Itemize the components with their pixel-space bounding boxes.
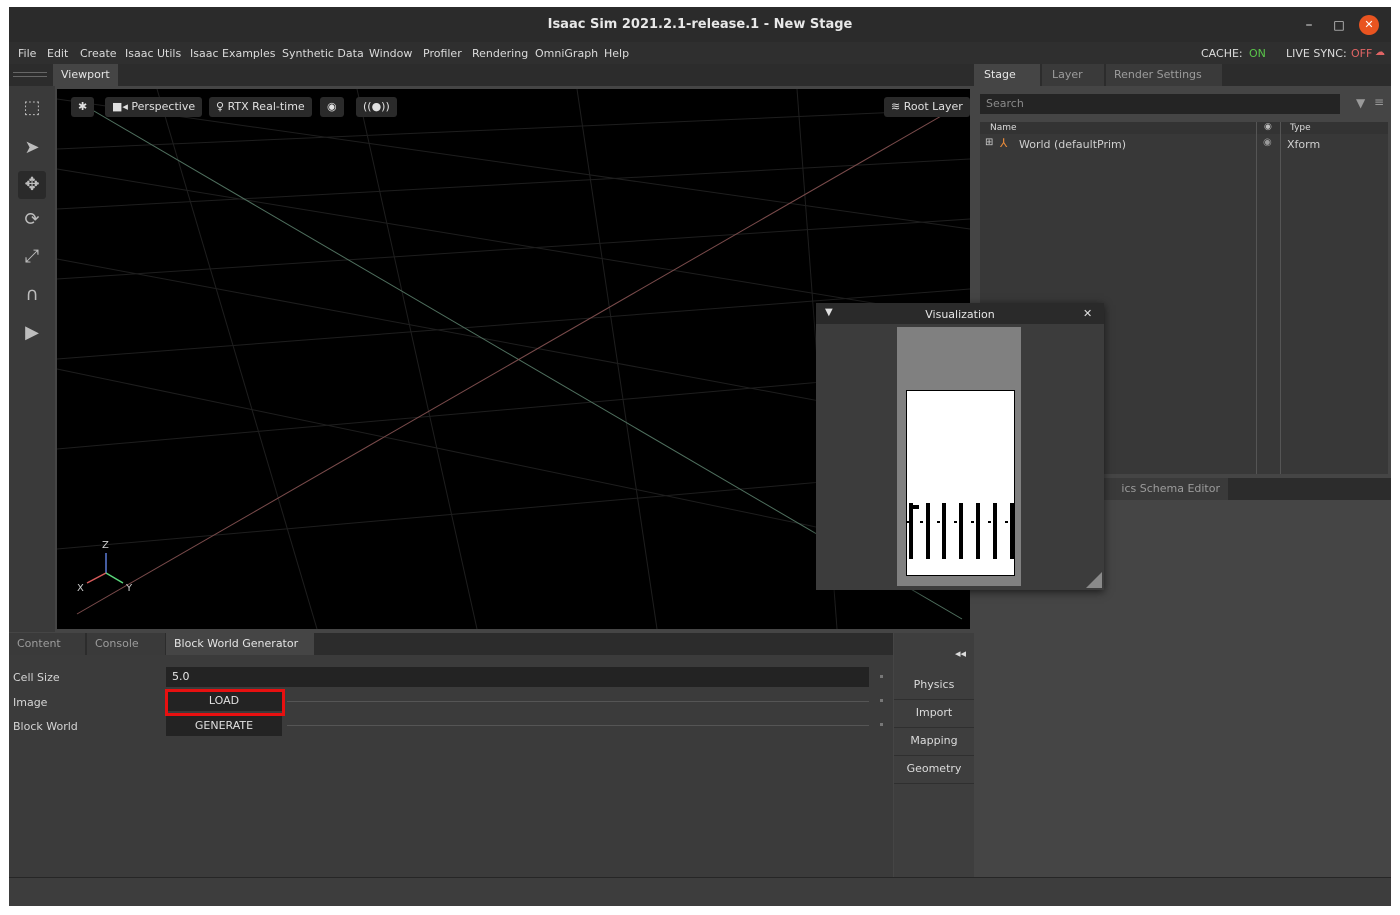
- generate-button[interactable]: GENERATE: [166, 716, 282, 736]
- occupancy-bars: [907, 503, 1014, 559]
- menu-create[interactable]: Create: [80, 47, 117, 60]
- live-sync-status[interactable]: OFF: [1351, 47, 1372, 60]
- scale-tool-icon[interactable]: ⤢: [18, 243, 46, 271]
- live-sync-label: LIVE SYNC:: [1286, 47, 1347, 60]
- import-button[interactable]: Import: [894, 699, 974, 728]
- maximize-button[interactable]: □: [1329, 15, 1349, 35]
- viewport-tab-strip: Viewport: [9, 64, 974, 86]
- block-world-default-dot[interactable]: [880, 723, 883, 726]
- window-title: Isaac Sim 2021.2.1-release.1 - New Stage: [547, 17, 853, 32]
- table-row[interactable]: ⊞ ⅄ World (defaultPrim) ◉ Xform: [980, 136, 1388, 152]
- menu-rendering[interactable]: Rendering: [472, 47, 528, 60]
- rotate-tool-icon[interactable]: ⟳: [18, 206, 46, 234]
- root-layer-label: Root Layer: [903, 100, 963, 113]
- camera-button[interactable]: ■◂ Perspective: [105, 97, 203, 117]
- cell-size-label: Cell Size: [13, 671, 60, 684]
- renderer-label: RTX Real-time: [227, 100, 305, 113]
- gear-icon: ✱: [78, 100, 88, 113]
- cache-label: CACHE:: [1201, 47, 1243, 60]
- image-label: Image: [13, 696, 48, 709]
- root-layer-button[interactable]: ≋ Root Layer: [884, 97, 970, 117]
- viewport-settings-button[interactable]: ✱: [71, 97, 95, 117]
- layers-icon: ≋: [891, 100, 901, 113]
- side-tools-panel: ◂◂ Physics Import Mapping Geometry: [894, 633, 974, 877]
- prim-visibility-eye-icon[interactable]: ◉: [1263, 137, 1272, 148]
- tab-layer[interactable]: Layer: [1042, 64, 1104, 86]
- prim-name: World (defaultPrim): [1019, 138, 1127, 151]
- col-visibility-eye-icon[interactable]: ◉: [1264, 122, 1272, 132]
- tab-console[interactable]: Console: [87, 633, 165, 655]
- stage-search-input[interactable]: Search: [980, 94, 1340, 114]
- tab-block-world-generator[interactable]: Block World Generator: [166, 633, 314, 655]
- visualization-title-bar[interactable]: ▼ Visualization ✕: [816, 303, 1104, 324]
- col-name-header[interactable]: Name: [990, 123, 1017, 133]
- options-menu-icon[interactable]: ≡: [1374, 95, 1384, 109]
- renderer-button[interactable]: ♀ RTX Real-time: [209, 97, 312, 117]
- xform-icon: ⅄: [1000, 136, 1008, 150]
- filter-icon[interactable]: ▼: [1356, 96, 1365, 110]
- bottom-tab-strip: Content Console Block World Generator: [9, 633, 893, 655]
- visualization-title: Visualization: [925, 308, 995, 321]
- menu-file[interactable]: File: [18, 47, 36, 60]
- block-world-label: Block World: [13, 720, 78, 733]
- image-default-dot[interactable]: [880, 699, 883, 702]
- geometry-button[interactable]: Geometry: [894, 755, 974, 784]
- tab-viewport[interactable]: Viewport: [53, 64, 118, 86]
- axis-y-label: Y: [126, 583, 133, 594]
- load-highlight: [165, 689, 285, 716]
- eye-icon: ◉: [327, 100, 337, 113]
- visualization-window: ▼ Visualization ✕: [816, 303, 1104, 590]
- visibility-button[interactable]: ◉: [320, 97, 344, 117]
- cell-size-default-dot[interactable]: [880, 675, 883, 678]
- tab-render-settings[interactable]: Render Settings: [1106, 64, 1222, 86]
- occupancy-map-image: [906, 390, 1015, 576]
- snap-magnet-icon[interactable]: ∩: [18, 281, 46, 309]
- select-arrow-icon[interactable]: ➤: [18, 134, 46, 162]
- status-bar: [9, 877, 1391, 906]
- cell-size-field[interactable]: 5.0: [166, 667, 869, 687]
- menu-help[interactable]: Help: [604, 47, 629, 60]
- app-window: Isaac Sim 2021.2.1-release.1 - New Stage…: [9, 7, 1391, 906]
- mapping-button[interactable]: Mapping: [894, 727, 974, 756]
- menu-edit[interactable]: Edit: [47, 47, 68, 60]
- tab-physics-schema-editor[interactable]: ics Schema Editor: [1094, 478, 1228, 500]
- tab-content[interactable]: Content: [9, 633, 85, 655]
- collapse-button[interactable]: ◂◂: [894, 643, 974, 665]
- menu-isaac-examples[interactable]: Isaac Examples: [190, 47, 275, 60]
- lightbulb-icon: ♀: [216, 100, 225, 113]
- visualization-close-icon[interactable]: ✕: [1083, 307, 1092, 320]
- camera-icon: ■◂: [112, 100, 128, 113]
- prim-type: Xform: [1287, 138, 1321, 151]
- menu-bar: File Edit Create Isaac Utils Isaac Examp…: [9, 42, 1391, 64]
- broadcast-button[interactable]: ((●)): [356, 97, 397, 117]
- menu-isaac-utils[interactable]: Isaac Utils: [125, 47, 181, 60]
- cloud-icon: ☁: [1375, 47, 1385, 58]
- axis-x-label: X: [77, 583, 84, 594]
- menu-synthetic-data[interactable]: Synthetic Data: [282, 47, 364, 60]
- drag-handle-icon[interactable]: [13, 72, 47, 73]
- broadcast-icon: ((●)): [363, 100, 390, 113]
- expand-icon[interactable]: ⊞: [985, 137, 993, 148]
- menu-window[interactable]: Window: [369, 47, 412, 60]
- col-type-header[interactable]: Type: [1290, 123, 1311, 133]
- resize-grip-icon[interactable]: [1086, 572, 1102, 588]
- close-button[interactable]: ✕: [1359, 15, 1379, 35]
- minimize-button[interactable]: –: [1299, 15, 1319, 35]
- cache-status[interactable]: ON: [1249, 47, 1266, 60]
- bottom-panel: Content Console Block World Generator Ce…: [9, 633, 893, 877]
- stage-tab-strip: Stage Layer Render Settings: [976, 64, 1391, 86]
- title-bar: Isaac Sim 2021.2.1-release.1 - New Stage…: [9, 7, 1391, 42]
- tab-stage[interactable]: Stage: [976, 64, 1040, 86]
- play-icon[interactable]: ▶: [18, 319, 46, 347]
- menu-profiler[interactable]: Profiler: [423, 47, 462, 60]
- select-mode-icon[interactable]: ⬚: [18, 94, 46, 122]
- viewport-toolbar: ⬚ ➤ ✥ ⟳ ⤢ ∩ ▶: [9, 86, 55, 632]
- menu-omnigraph[interactable]: OmniGraph: [535, 47, 598, 60]
- axis-z-label: Z: [102, 540, 109, 551]
- camera-label: Perspective: [131, 100, 196, 113]
- move-tool-icon[interactable]: ✥: [18, 171, 46, 199]
- physics-button[interactable]: Physics: [894, 671, 974, 700]
